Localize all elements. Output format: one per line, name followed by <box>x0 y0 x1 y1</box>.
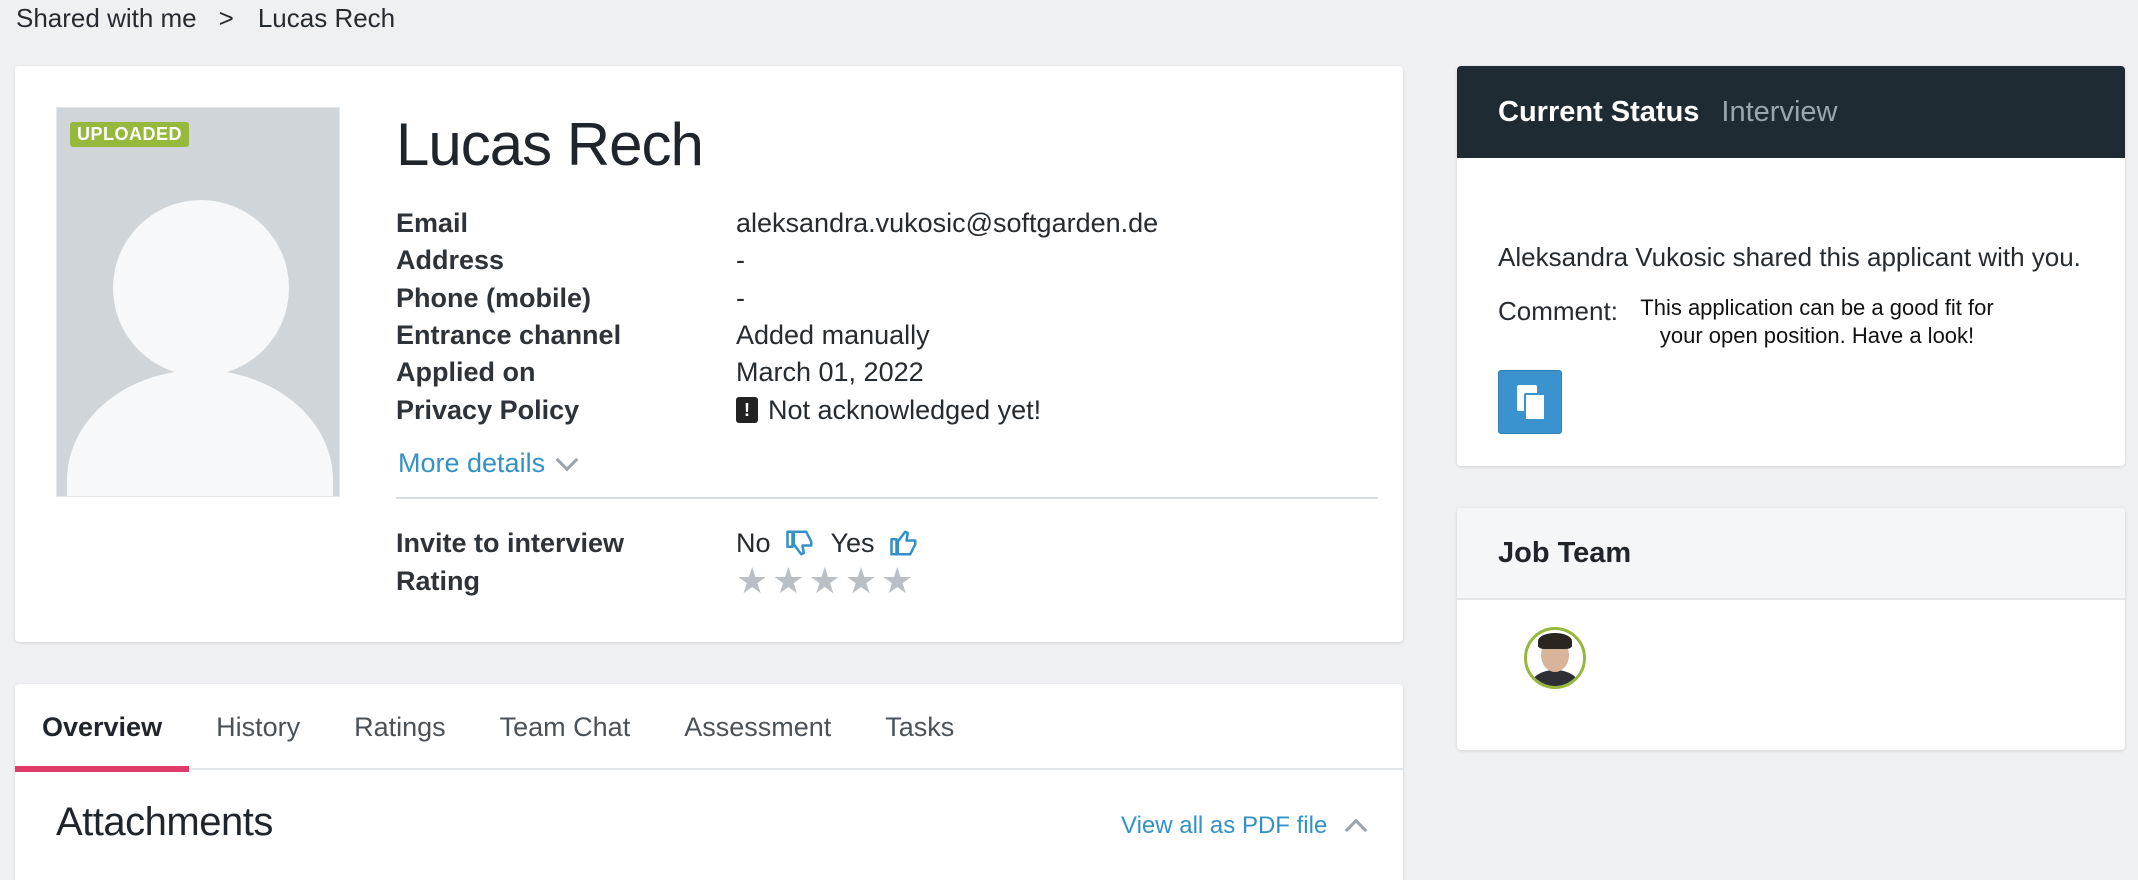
interview-section: Invite to interview No Yes Rating ★ ★ ★ … <box>396 524 1356 600</box>
tab-assessment[interactable]: Assessment <box>657 684 858 770</box>
rating-row: Rating ★ ★ ★ ★ ★ <box>396 562 1356 600</box>
breadcrumb-current: Lucas Rech <box>257 3 396 33</box>
status-title: Current Status <box>1498 95 1700 128</box>
info-row-entrance-channel: Entrance channel Added manually <box>396 317 1356 354</box>
comment-label: Comment: <box>1498 296 1618 326</box>
phone-value: - <box>736 282 745 313</box>
tab-team-chat[interactable]: Team Chat <box>473 684 658 770</box>
copy-button[interactable] <box>1498 370 1562 434</box>
rating-stars: ★ ★ ★ ★ ★ <box>736 563 913 599</box>
more-details-toggle[interactable]: More details <box>398 448 579 479</box>
info-label: Applied on <box>396 357 536 388</box>
applicant-page: Shared with me > Lucas Rech UPLOADED Luc… <box>0 0 2138 880</box>
document-alert-icon: ! <box>736 397 758 424</box>
comment-text: This application can be a good fit for y… <box>1640 295 1994 348</box>
status-value: Interview <box>1721 95 1838 128</box>
no-label: No <box>736 527 771 558</box>
status-header: Current Status Interview <box>1457 66 2125 158</box>
privacy-policy-warning: ! Not acknowledged yet! <box>736 395 1041 426</box>
info-label: Privacy Policy <box>396 394 580 425</box>
tab-overview[interactable]: Overview <box>15 684 190 772</box>
star-icon[interactable]: ★ <box>881 563 913 599</box>
avatar-hair <box>1538 633 1572 649</box>
breadcrumb-separator: > <box>218 3 234 33</box>
info-label: Phone (mobile) <box>396 282 591 313</box>
star-icon[interactable]: ★ <box>809 563 841 599</box>
thumbs-down-icon[interactable] <box>785 528 815 558</box>
star-icon[interactable]: ★ <box>772 563 804 599</box>
applicant-photo-placeholder: UPLOADED <box>56 107 340 497</box>
yes-label: Yes <box>830 527 875 558</box>
chevron-up-icon[interactable] <box>1344 818 1368 842</box>
applicant-info-list: Email aleksandra.vukosic@softgarden.de A… <box>396 205 1356 429</box>
entrance-channel-value: Added manually <box>736 320 930 351</box>
info-row-phone: Phone (mobile) - <box>396 280 1356 317</box>
privacy-policy-value: Not acknowledged yet! <box>768 394 1042 425</box>
job-team-title: Job Team <box>1457 508 2125 600</box>
detail-tabs-card: Overview History Ratings Team Chat Asses… <box>15 684 1403 880</box>
info-row-privacy-policy: Privacy Policy ! Not acknowledged yet! <box>396 391 1356 428</box>
breadcrumb: Shared with me > Lucas Rech <box>16 3 395 34</box>
avatar-body-shape <box>67 370 333 496</box>
address-value: - <box>736 245 745 276</box>
view-pdf-link[interactable]: View all as PDF file <box>1121 812 1327 840</box>
star-icon[interactable]: ★ <box>845 563 877 599</box>
rating-label: Rating <box>396 565 480 596</box>
current-status-card: Current Status Interview Aleksandra Vuko… <box>1457 66 2125 466</box>
team-member-avatar[interactable] <box>1524 627 1586 689</box>
applicant-profile-card: UPLOADED Lucas Rech Email aleksandra.vuk… <box>15 66 1403 642</box>
applicant-name: Lucas Rech <box>396 111 704 178</box>
tab-history[interactable]: History <box>189 684 327 770</box>
tab-ratings[interactable]: Ratings <box>327 684 473 770</box>
tab-bar: Overview History Ratings Team Chat Asses… <box>15 684 1403 772</box>
job-team-card: Job Team <box>1457 508 2125 750</box>
breadcrumb-shared-link[interactable]: Shared with me <box>16 3 197 34</box>
info-label: Entrance channel <box>396 320 622 351</box>
star-icon[interactable]: ★ <box>736 563 768 599</box>
more-details-label: More details <box>398 448 546 478</box>
info-row-address: Address - <box>396 242 1356 279</box>
invite-label: Invite to interview <box>396 527 625 558</box>
chevron-down-icon <box>555 448 579 471</box>
copy-icon-front <box>1524 393 1546 421</box>
info-row-email: Email aleksandra.vukosic@softgarden.de <box>396 205 1356 242</box>
shared-message: Aleksandra Vukosic shared this applicant… <box>1498 242 2081 272</box>
info-label: Email <box>396 208 469 239</box>
thumbs-up-icon[interactable] <box>889 528 919 558</box>
uploaded-badge: UPLOADED <box>70 122 190 147</box>
info-row-applied-on: Applied on March 01, 2022 <box>396 354 1356 391</box>
avatar-head-shape <box>113 200 289 376</box>
avatar-shoulders <box>1531 670 1579 686</box>
tab-tasks[interactable]: Tasks <box>858 684 981 770</box>
attachments-title: Attachments <box>56 800 273 844</box>
info-label: Address <box>396 245 505 276</box>
section-divider <box>396 497 1378 499</box>
applied-on-value: March 01, 2022 <box>736 357 924 388</box>
email-value[interactable]: aleksandra.vukosic@softgarden.de <box>736 208 1158 239</box>
invite-row: Invite to interview No Yes <box>396 524 1356 562</box>
